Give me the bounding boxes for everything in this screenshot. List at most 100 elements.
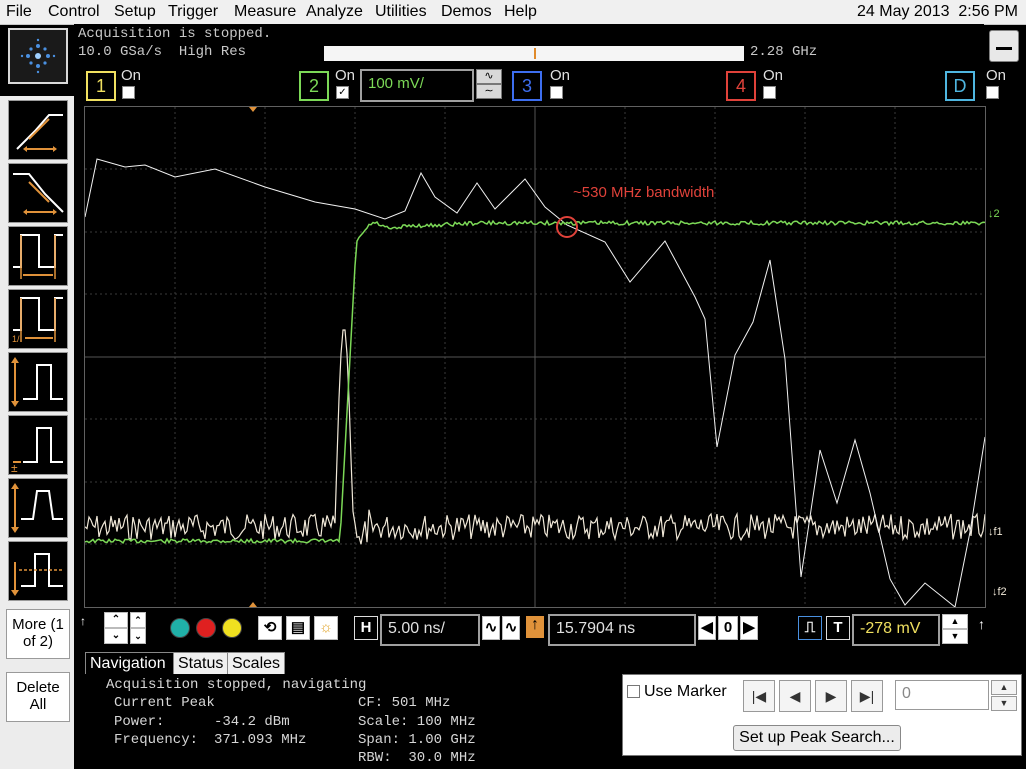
menu-measure[interactable]: Measure [234,3,296,21]
menu-help[interactable]: Help [504,3,537,21]
channel-2-button[interactable]: 2 [299,71,329,101]
marker-panel: Use Marker |◀ ◀ ▶ ▶| 0 ▲ ▼ Set up Peak S… [622,674,1022,756]
bottom-tabs: Navigation Status Scales [85,652,625,676]
fall-time-icon[interactable] [8,163,68,223]
channel-3-checkbox[interactable] [550,86,563,99]
marker-prev-icon[interactable]: ◀ [779,680,811,712]
channel-4-button[interactable]: 4 [726,71,756,101]
delete-all-button[interactable]: Delete All [6,672,70,722]
menu-bar: File Control Setup Trigger Measure Analy… [0,0,1026,25]
horizontal-position-field[interactable]: 15.7904 ns [548,614,696,646]
channel-1-checkbox[interactable] [122,86,135,99]
left-toolbar: 1/ ± More (1 of 2) Delete All [0,96,74,769]
time-scale-field[interactable]: 5.00 ns/ [380,614,480,646]
delete-all-label: Delete All [16,679,60,713]
color-yellow-button[interactable] [222,618,242,638]
horizontal-position: 15.7904 ns [556,620,636,637]
channel-3-button[interactable]: 3 [512,71,542,101]
navigation-state: Acquisition stopped, navigating [106,677,367,693]
more-measurements-button[interactable]: More (1 of 2) [6,609,70,659]
menu-file[interactable]: File [6,3,32,21]
trigger-level-up-icon[interactable]: ▲ [942,614,968,629]
trigger-t-button[interactable]: T [826,616,850,640]
amplitude-icon[interactable] [8,352,68,412]
peak-search-button[interactable]: Set up Peak Search... [733,725,901,751]
base-level-icon[interactable]: ± [8,415,68,475]
brightness-icon[interactable]: ☼ [314,616,338,640]
waveform-display[interactable] [84,106,986,608]
date-time: 24 May 2013 2:56 PM [857,3,1018,21]
tab-scales[interactable]: Scales [227,652,286,676]
vertical-up-icon[interactable]: ⌃ [104,612,128,628]
ac-coupling-icon[interactable]: ∿ [476,69,502,84]
marker-up-icon[interactable]: ▲ [991,680,1017,695]
channel-2-ground-marker: ↓2 [988,208,1000,220]
minimize-button[interactable] [989,30,1019,62]
horizontal-h-button[interactable]: H [354,616,378,640]
trigger-level-down-icon[interactable]: ▼ [942,629,968,644]
trigger-level: -278 mV [860,620,921,637]
peak-to-peak-icon[interactable] [8,478,68,538]
memory-cursor [534,48,536,59]
frequency-value: 371.093 MHz [214,732,307,748]
fine-coarse-icon[interactable]: ∿ [482,616,500,640]
rise-time-icon[interactable] [8,100,68,160]
bandwidth: 2.28 GHz [750,44,818,60]
sample-rate-line: 10.0 GSa/s High Res [78,44,246,60]
channel-4-checkbox[interactable] [763,86,776,99]
period-icon[interactable] [8,226,68,286]
resolution-bandwidth: RBW: 30.0 MHz [358,750,476,766]
dc-coupling-icon[interactable]: ∼ [476,84,502,99]
offset-up-icon[interactable]: ⌃ [130,612,146,628]
channel-2-scale-field[interactable]: 100 mV/ [360,69,474,102]
use-marker-checkbox[interactable]: Use Marker [627,683,727,701]
trigger-position-icon[interactable]: ↑ [526,616,544,638]
position-zero-button[interactable]: 0 [718,616,738,640]
menu-control[interactable]: Control [48,3,100,21]
average-level-icon[interactable] [8,541,68,601]
ch2-marker-label: 2 [993,208,1000,220]
offset-down-icon[interactable]: ⌄ [130,628,146,644]
marker-last-icon[interactable]: ▶| [851,680,883,712]
vertical-down-icon[interactable]: ⌄ [104,628,128,644]
marker-first-icon[interactable]: |◀ [743,680,775,712]
channel-4-on-label: On [763,67,784,84]
tab-navigation[interactable]: Navigation [85,652,175,675]
menu-demos[interactable]: Demos [441,3,492,21]
position-right-icon[interactable]: ▶ [740,616,758,640]
expand-up-icon[interactable]: ↑ [978,616,985,632]
trigger-level-field[interactable]: -278 mV [852,614,940,646]
channel-3-on-label: On [550,67,571,84]
menu-utilities[interactable]: Utilities [375,3,427,21]
color-red-button[interactable] [196,618,216,638]
use-marker-box[interactable] [627,685,640,699]
digital-checkbox[interactable] [986,86,999,99]
frequency-icon[interactable]: 1/ [8,289,68,349]
rotate-icon[interactable]: ⟲ [258,616,282,640]
layers-icon[interactable]: ▤ [286,616,310,640]
marker-down-icon[interactable]: ▼ [991,696,1017,711]
scroll-up-icon[interactable]: ↑ [80,614,86,628]
memory-bar[interactable] [324,46,744,61]
channel-2-checkbox[interactable]: ✓ [336,86,349,99]
keysight-logo-icon[interactable] [8,28,68,84]
channel-1-button[interactable]: 1 [86,71,116,101]
graticule-center-axes [85,107,985,607]
menu-setup[interactable]: Setup [114,3,156,21]
color-cyan-button[interactable] [170,618,190,638]
menu-trigger[interactable]: Trigger [168,3,218,21]
marker-next-icon[interactable]: ▶ [815,680,847,712]
trigger-mode-icon[interactable]: ⎍ [798,616,822,640]
power-value: -34.2 dBm [214,714,290,730]
tab-status[interactable]: Status [173,652,229,676]
menu-analyze[interactable]: Analyze [306,3,363,21]
waveform-svg [84,107,986,608]
marker-value-field[interactable]: 0 [895,680,989,710]
time-scale: 5.00 ns/ [388,620,445,637]
digital-channel-button[interactable]: D [945,71,975,101]
acquisition-state: Acquisition is stopped. [78,26,272,42]
position-left-icon[interactable]: ◀ [698,616,716,640]
acq-mode: High Res [178,44,247,60]
sine-icon[interactable]: ∿ [502,616,520,640]
fft-scale: Scale: 100 MHz [358,714,476,730]
